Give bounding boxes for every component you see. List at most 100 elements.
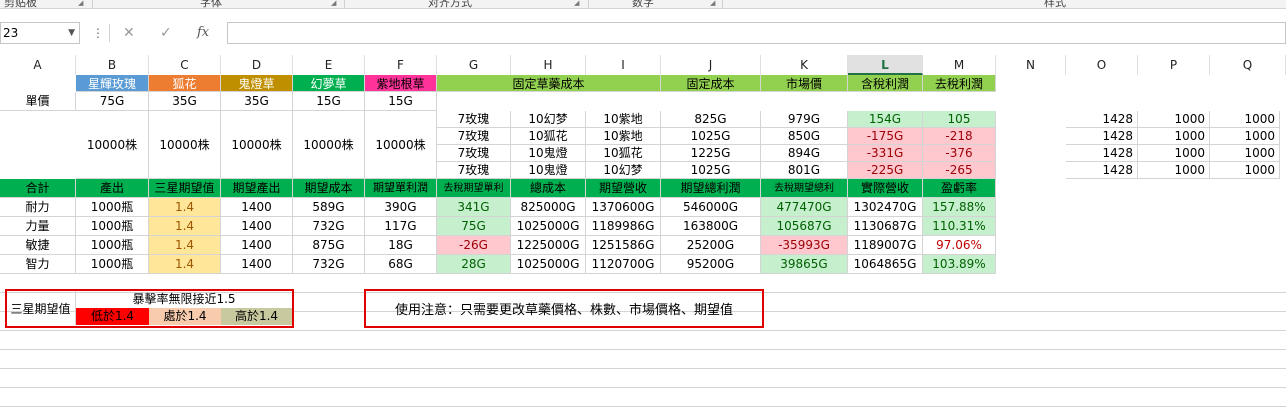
recipe-o-cell[interactable]: 1428 — [1066, 162, 1138, 179]
stat-cell[interactable]: 1400 — [221, 217, 293, 236]
recipe-h-cell[interactable]: 10鬼燈 — [511, 145, 586, 162]
stat-cell[interactable]: 1000瓶 — [76, 217, 149, 236]
enter-icon[interactable]: ✓ — [160, 22, 172, 44]
recipe-m-cell[interactable]: 105 — [923, 111, 996, 128]
stat-cell[interactable]: 1064865G — [848, 255, 923, 274]
recipe-j-cell[interactable]: 1025G — [661, 128, 761, 145]
name-box[interactable]: 23 ▼ — [0, 22, 80, 44]
header-ghost[interactable]: 鬼燈草 — [221, 75, 293, 92]
price-ghost[interactable]: 35G — [221, 92, 293, 111]
insert-function-icon[interactable]: fx — [197, 22, 209, 44]
recipe-j-cell[interactable]: 1025G — [661, 162, 761, 179]
stat-cell[interactable]: 1251586G — [586, 236, 661, 255]
stat-cell[interactable]: 97.06% — [923, 236, 996, 255]
recipe-j-cell[interactable]: 825G — [661, 111, 761, 128]
col-header-d[interactable]: D — [221, 55, 293, 75]
recipe-g-cell[interactable]: 7玫瑰 — [437, 128, 511, 145]
col-header-h[interactable]: H — [511, 55, 586, 75]
stat-cell[interactable]: 103.89% — [923, 255, 996, 274]
ribbon-group-font[interactable]: 字体 — [200, 0, 222, 8]
stat-cell[interactable]: 39865G — [761, 255, 848, 274]
chevron-down-icon[interactable]: ▼ — [68, 23, 75, 43]
stat-cell[interactable]: 1400 — [221, 236, 293, 255]
stat-cell[interactable]: 18G — [365, 236, 437, 255]
recipe-p-cell[interactable]: 1000 — [1138, 145, 1210, 162]
header-purple[interactable]: 紫地根草 — [365, 75, 437, 92]
recipe-k-cell[interactable]: 894G — [761, 145, 848, 162]
stat-cell[interactable]: 1000瓶 — [76, 236, 149, 255]
stat-cell[interactable]: -35993G — [761, 236, 848, 255]
summary-total-cost[interactable]: 總成本 — [511, 179, 586, 198]
col-header-l[interactable]: L — [848, 55, 923, 75]
stat-cell[interactable]: 力量 — [0, 217, 76, 236]
col-header-o[interactable]: O — [1066, 55, 1138, 75]
header-market-price[interactable]: 市場價 — [761, 75, 848, 92]
recipe-i-cell[interactable]: 10紫地 — [586, 111, 661, 128]
recipe-m-cell[interactable]: -218 — [923, 128, 996, 145]
recipe-o-cell[interactable]: 1428 — [1066, 128, 1138, 145]
stat-cell[interactable]: 68G — [365, 255, 437, 274]
recipe-g-cell[interactable]: 7玫瑰 — [437, 145, 511, 162]
recipe-o-cell[interactable]: 1428 — [1066, 111, 1138, 128]
stat-cell[interactable]: 105687G — [761, 217, 848, 236]
recipe-h-cell[interactable]: 10狐花 — [511, 128, 586, 145]
stat-cell[interactable]: 1120700G — [586, 255, 661, 274]
price-dream[interactable]: 15G — [293, 92, 365, 111]
recipe-l-cell[interactable]: 154G — [848, 111, 923, 128]
alignment-launcher-icon[interactable]: ◢ — [574, 0, 579, 7]
recipe-p-cell[interactable]: 1000 — [1138, 162, 1210, 179]
recipe-k-cell[interactable]: 801G — [761, 162, 848, 179]
summary-pl-rate[interactable]: 盈虧率 — [923, 179, 996, 198]
stat-cell[interactable]: 732G — [293, 217, 365, 236]
formula-input[interactable] — [227, 22, 1286, 44]
summary-actual-revenue[interactable]: 實際營收 — [848, 179, 923, 198]
stat-cell[interactable]: 28G — [437, 255, 511, 274]
stat-cell[interactable]: -26G — [437, 236, 511, 255]
font-launcher-icon[interactable]: ◢ — [331, 0, 336, 7]
recipe-l-cell[interactable]: -175G — [848, 128, 923, 145]
stat-cell[interactable]: 1000瓶 — [76, 255, 149, 274]
header-profit-notax[interactable]: 去稅利潤 — [923, 75, 996, 92]
stock-fox[interactable]: 10000株 — [149, 111, 221, 179]
col-header-g[interactable]: G — [437, 55, 511, 75]
stat-cell[interactable]: 732G — [293, 255, 365, 274]
col-header-a[interactable]: A — [0, 55, 76, 75]
clipboard-launcher-icon[interactable]: ◢ — [78, 0, 83, 7]
ribbon-group-styles[interactable]: 样式 — [1044, 0, 1066, 8]
stat-cell[interactable]: 1.4 — [149, 255, 221, 274]
stat-cell[interactable]: 1.4 — [149, 236, 221, 255]
stat-cell[interactable]: 157.88% — [923, 198, 996, 217]
col-header-p[interactable]: P — [1138, 55, 1210, 75]
summary-exp-cost[interactable]: 期望成本 — [293, 179, 365, 198]
recipe-q-cell[interactable]: 1000 — [1210, 128, 1280, 145]
recipe-q-cell[interactable]: 1000 — [1210, 145, 1280, 162]
stat-cell[interactable]: 1189986G — [586, 217, 661, 236]
recipe-m-cell[interactable]: -376 — [923, 145, 996, 162]
col-header-b[interactable]: B — [76, 55, 149, 75]
header-rose[interactable]: 星輝玫瑰 — [76, 75, 149, 92]
stat-cell[interactable]: 1225000G — [511, 236, 586, 255]
stat-cell[interactable]: 1.4 — [149, 198, 221, 217]
recipe-i-cell[interactable]: 10幻梦 — [586, 162, 661, 179]
recipe-j-cell[interactable]: 1225G — [661, 145, 761, 162]
stat-cell[interactable]: 1000瓶 — [76, 198, 149, 217]
col-header-e[interactable]: E — [293, 55, 365, 75]
more-options-icon[interactable]: ⋮ — [92, 22, 104, 44]
stat-cell[interactable]: 875G — [293, 236, 365, 255]
cancel-icon[interactable]: ✕ — [123, 22, 135, 44]
summary-exp-total-notax[interactable]: 去稅期望總利 — [761, 179, 848, 198]
stat-cell[interactable]: 1.4 — [149, 217, 221, 236]
col-header-c[interactable]: C — [149, 55, 221, 75]
stat-cell[interactable]: 477470G — [761, 198, 848, 217]
label-unit-price[interactable]: 單價 — [0, 92, 76, 111]
header-fox[interactable]: 狐花 — [149, 75, 221, 92]
summary-exp-unit-notax[interactable]: 去稅期望單利 — [437, 179, 511, 198]
summary-exp-total-profit[interactable]: 期望總利潤 — [661, 179, 761, 198]
stock-rose[interactable]: 10000株 — [76, 111, 149, 179]
number-launcher-icon[interactable]: ◢ — [710, 0, 715, 7]
stat-cell[interactable]: 75G — [437, 217, 511, 236]
stat-cell[interactable]: 341G — [437, 198, 511, 217]
recipe-g-cell[interactable]: 7玫瑰 — [437, 111, 511, 128]
ribbon-group-number[interactable]: 数字 — [632, 0, 654, 8]
stock-purple[interactable]: 10000株 — [365, 111, 437, 179]
